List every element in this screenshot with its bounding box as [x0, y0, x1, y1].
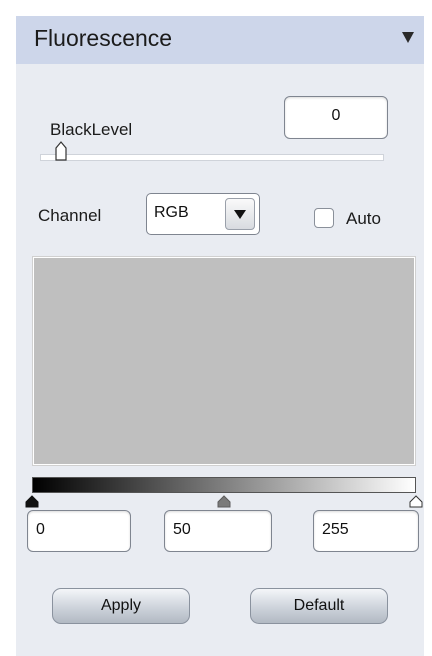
collapse-triangle-icon[interactable]: [402, 32, 414, 43]
panel-header[interactable]: Fluorescence: [16, 16, 424, 64]
channel-dropdown-button[interactable]: [225, 198, 255, 230]
white-point-field[interactable]: 255: [313, 510, 419, 552]
white-point-marker-icon[interactable]: [408, 494, 424, 508]
black-level-value-field[interactable]: 0: [284, 96, 388, 139]
white-point-value: 255: [322, 521, 349, 538]
midtone-value: 50: [173, 521, 191, 538]
channel-selected-value: RGB: [154, 204, 189, 221]
channel-select[interactable]: RGB: [146, 193, 260, 235]
auto-checkbox[interactable]: [314, 208, 334, 228]
channel-label: Channel: [38, 206, 102, 225]
black-level-value-text: 0: [331, 107, 341, 124]
apply-button[interactable]: Apply: [52, 588, 190, 624]
midtone-marker-icon[interactable]: [216, 494, 232, 508]
histogram-display: [32, 256, 416, 466]
black-level-label: BlackLevel: [50, 120, 133, 139]
panel-title: Fluorescence: [34, 25, 173, 51]
auto-label: Auto: [346, 209, 381, 228]
black-level-slider-track[interactable]: [40, 154, 384, 161]
black-point-marker-icon[interactable]: [24, 494, 40, 508]
black-level-slider-thumb[interactable]: [55, 141, 67, 161]
black-point-value: 0: [36, 521, 45, 538]
black-point-field[interactable]: 0: [27, 510, 131, 552]
levels-gradient-bar: [32, 477, 416, 493]
midtone-field[interactable]: 50: [164, 510, 272, 552]
default-button[interactable]: Default: [250, 588, 388, 624]
triangle-down-icon: [234, 210, 246, 219]
